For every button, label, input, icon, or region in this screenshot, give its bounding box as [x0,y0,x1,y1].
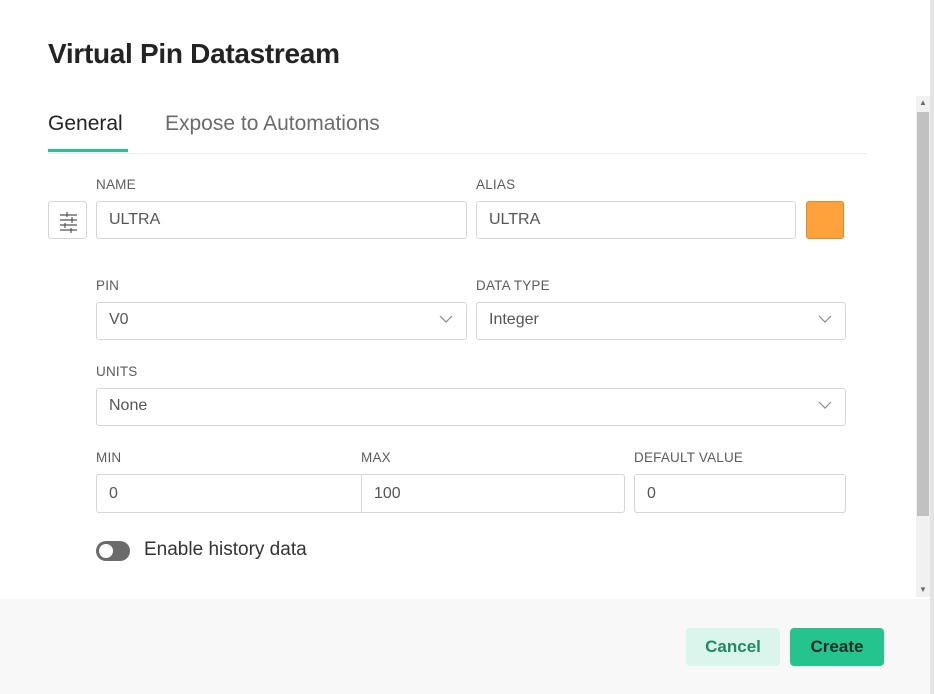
max-input[interactable] [374,475,624,512]
toggle-knob [99,544,113,558]
chevron-down-icon [439,315,453,323]
scrollbar-thumb[interactable] [917,112,929,516]
units-label: UNITS [96,364,138,379]
sliders-icon [60,212,77,233]
cancel-button[interactable]: Cancel [686,628,780,666]
history-toggle-label: Enable history data [144,539,307,560]
name-field[interactable] [96,201,467,239]
chevron-down-icon [818,401,832,409]
settings-button[interactable] [48,201,87,239]
alias-field[interactable] [476,201,796,239]
pin-label: PIN [96,278,120,293]
alias-input[interactable] [489,202,795,238]
scroll-down-arrow-icon[interactable]: ▼ [916,583,930,597]
name-input[interactable] [109,202,466,238]
tab-bar: General Expose to Automations [48,110,867,154]
tab-general[interactable]: General [48,110,128,152]
default-value-input[interactable] [647,475,845,512]
units-value: None [109,397,148,414]
create-button[interactable]: Create [790,628,884,666]
history-toggle[interactable] [96,541,130,561]
units-select[interactable]: None [96,388,846,426]
dialog-title: Virtual Pin Datastream [48,38,340,69]
data-type-label: DATA TYPE [476,278,550,293]
name-label: NAME [96,177,136,192]
max-field[interactable] [361,474,625,513]
min-input[interactable] [109,475,361,512]
datastream-dialog: Virtual Pin Datastream General Expose to… [0,0,934,694]
data-type-select[interactable]: Integer [476,302,846,340]
window-edge [930,0,934,694]
tab-expose-to-automations[interactable]: Expose to Automations [165,110,380,152]
default-value-label: DEFAULT VALUE [634,450,744,465]
pin-value: V0 [109,311,129,328]
data-type-value: Integer [489,311,539,328]
min-field[interactable] [96,474,362,513]
chevron-down-icon [818,315,832,323]
pin-select[interactable]: V0 [96,302,467,340]
scroll-up-arrow-icon[interactable]: ▲ [916,96,930,110]
alias-label: ALIAS [476,177,516,192]
default-value-field[interactable] [634,474,846,513]
color-swatch[interactable] [806,201,844,239]
min-label: MIN [96,450,122,465]
max-label: MAX [361,450,391,465]
